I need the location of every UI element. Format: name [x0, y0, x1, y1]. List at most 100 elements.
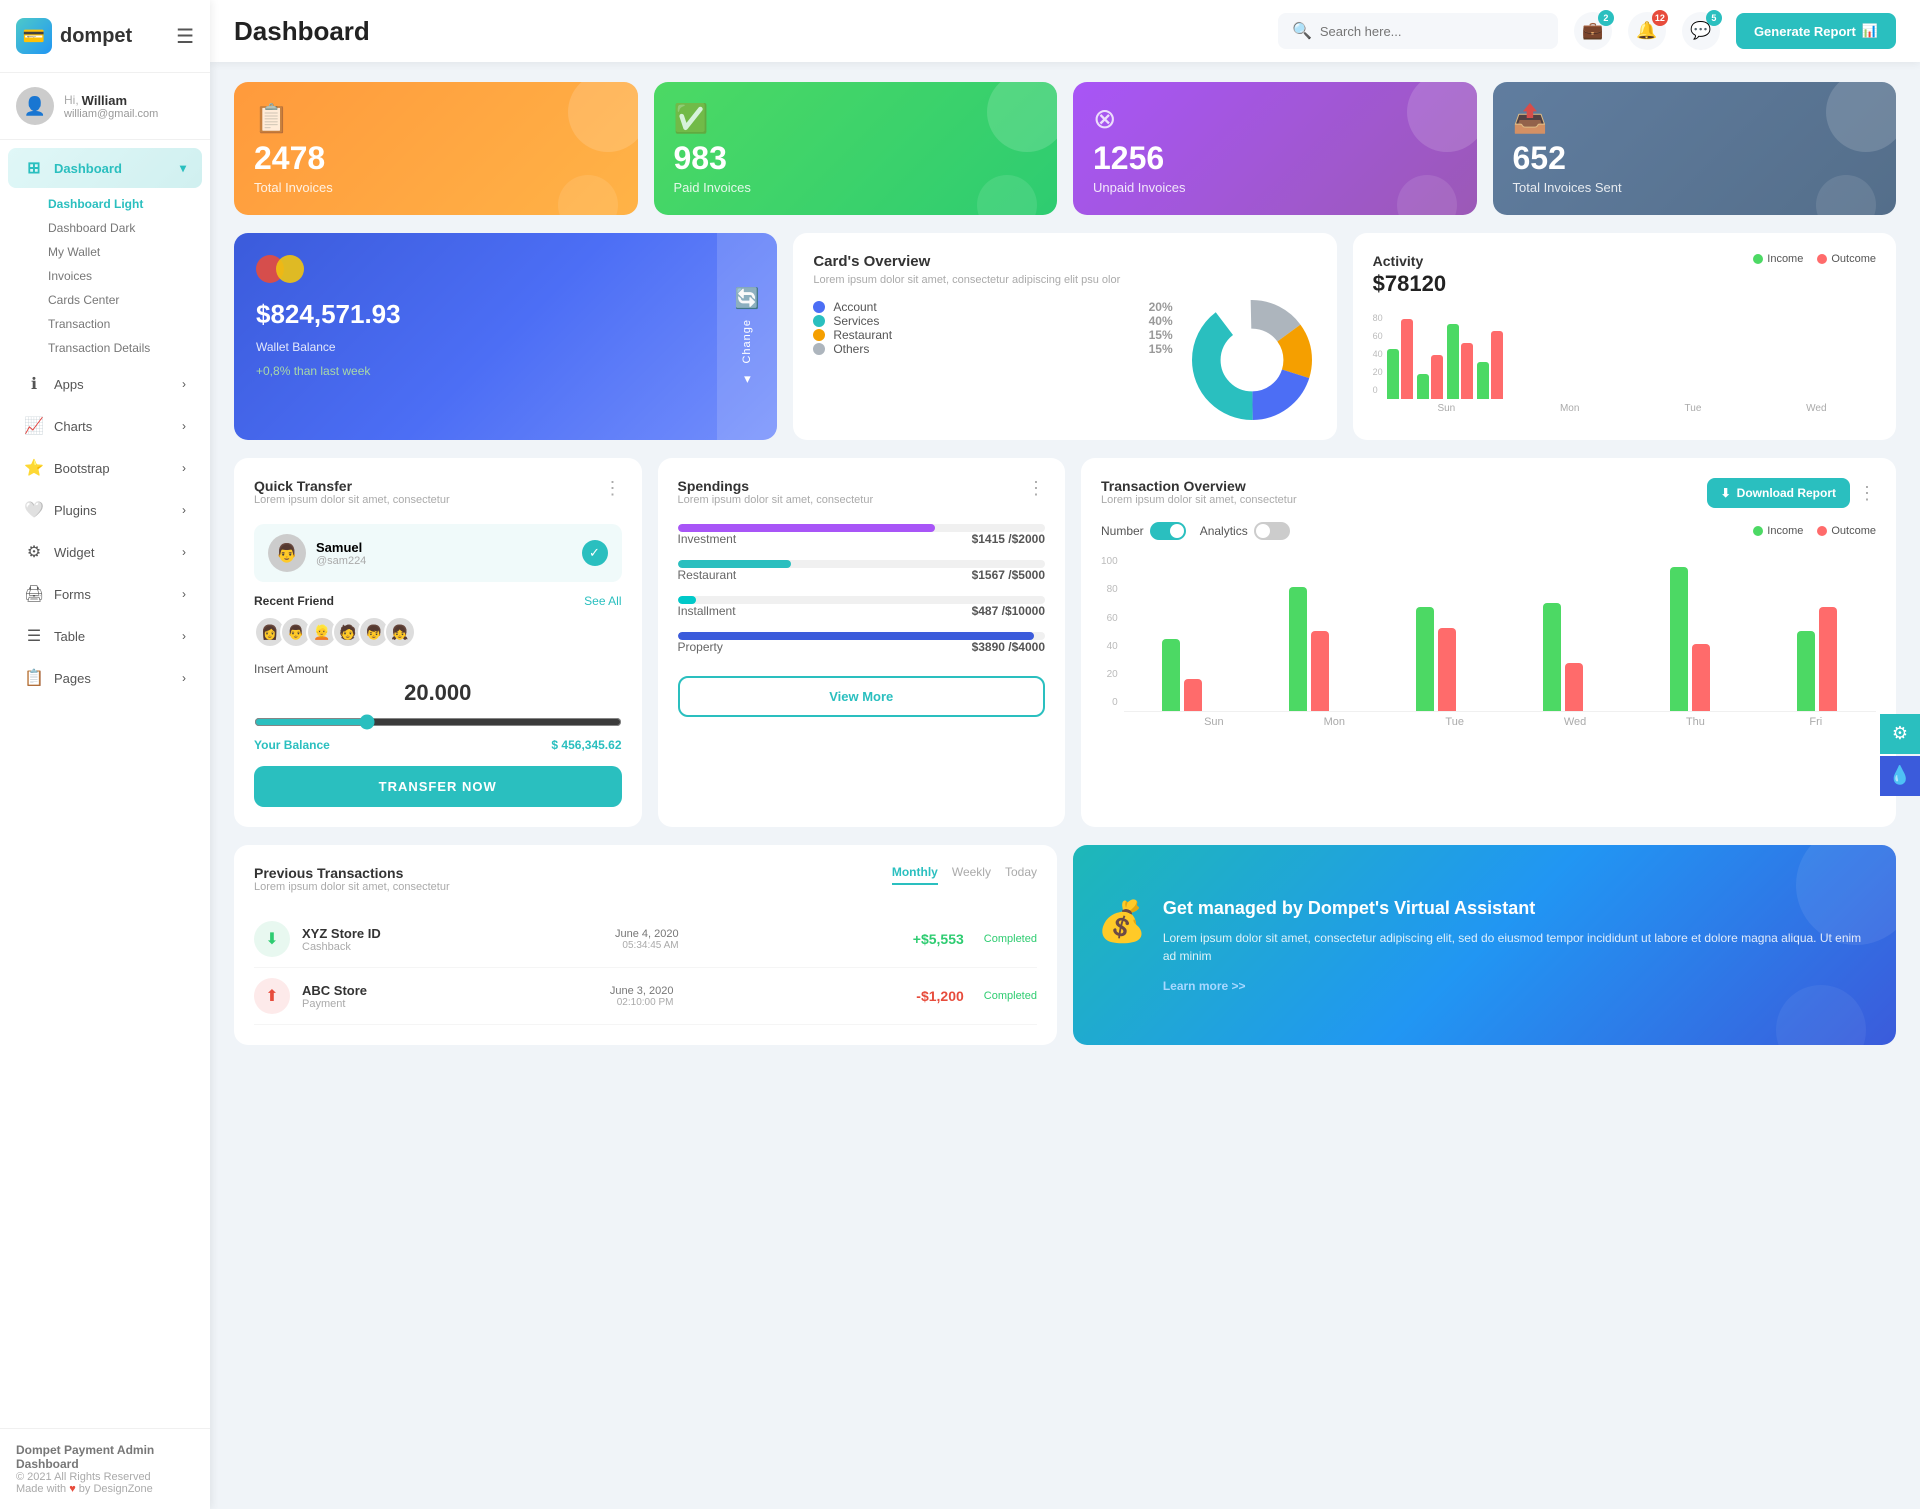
transaction-sub-1: Cashback — [302, 941, 381, 953]
amount-slider[interactable] — [254, 714, 622, 730]
restaurant-bar-bg — [678, 560, 1046, 568]
restaurant-cat: Restaurant — [678, 568, 737, 582]
activity-x-labels: Sun Mon Tue Wed — [1387, 403, 1876, 414]
restaurant-bar-fill — [678, 560, 792, 568]
analytics-toggle-knob — [1256, 524, 1270, 538]
spending-property: Property $3890 /$4000 — [678, 632, 1046, 654]
message-icon-btn[interactable]: 💬 5 — [1682, 12, 1720, 50]
wallet-change-button[interactable]: 🔄 Change ▾ — [717, 233, 777, 440]
va-learn-more-link[interactable]: Learn more >> — [1163, 979, 1872, 993]
activity-bars-wrapper: Sun Mon Tue Wed — [1387, 309, 1876, 414]
quick-transfer-title: Quick Transfer — [254, 478, 450, 494]
wallet-amount: $824,571.93 — [256, 299, 755, 330]
sidebar-subitem-dashboard-light[interactable]: Dashboard Light — [40, 192, 210, 216]
refresh-icon: 🔄 — [735, 286, 760, 311]
user-name: William — [82, 93, 127, 108]
bottom-row: Quick Transfer Lorem ipsum dolor sit ame… — [234, 458, 1896, 827]
download-report-button[interactable]: ⬇ Download Report — [1707, 478, 1850, 508]
property-bar-bg — [678, 632, 1046, 640]
see-all-link[interactable]: See All — [584, 594, 621, 608]
number-toggle-knob — [1170, 524, 1184, 538]
big-bar-mon-income — [1289, 587, 1307, 711]
footer-title: Dompet Payment Admin Dashboard — [16, 1443, 194, 1471]
view-more-button[interactable]: View More — [678, 676, 1046, 717]
search-icon: 🔍 — [1292, 21, 1312, 41]
transaction-x-labels: Sun Mon Tue Wed Thu Fri — [1124, 716, 1876, 728]
transaction-more-btn[interactable]: ⋮ — [1858, 483, 1876, 504]
wallet-card: $824,571.93 Wallet Balance +0,8% than la… — [234, 233, 777, 440]
main-content: Dashboard 🔍 💼 2 🔔 12 💬 5 Generate Report… — [210, 0, 1920, 1509]
spendings-more-btn[interactable]: ⋮ — [1027, 478, 1045, 499]
transaction-date-1: June 4, 2020 — [615, 928, 679, 940]
user-section: 👤 Hi, William william@gmail.com — [0, 73, 210, 140]
search-input[interactable] — [1320, 24, 1520, 39]
quick-transfer-more-btn[interactable]: ⋮ — [604, 478, 622, 499]
sidebar-item-apps[interactable]: ℹ Apps › — [8, 364, 202, 404]
transaction-icon-2: ⬆ — [254, 978, 290, 1014]
analytics-label: Analytics — [1200, 524, 1248, 538]
sidebar-item-label-bootstrap: Bootstrap — [54, 461, 110, 476]
tab-today[interactable]: Today — [1005, 865, 1037, 885]
transaction-overview-header: Transaction Overview Lorem ipsum dolor s… — [1101, 478, 1876, 518]
generate-report-label: Generate Report — [1754, 24, 1856, 39]
contact-name: Samuel — [316, 540, 366, 555]
number-toggle[interactable] — [1150, 522, 1186, 540]
friend-6[interactable]: 👧 — [384, 616, 416, 648]
contact-avatar: 👨 — [268, 534, 306, 572]
investment-bar-fill — [678, 524, 935, 532]
virtual-assistant-card: 💰 Get managed by Dompet's Virtual Assist… — [1073, 845, 1896, 1045]
sidebar-subitem-cards-center[interactable]: Cards Center — [40, 288, 210, 312]
sidebar-item-forms[interactable]: 🖨 Forms › — [8, 574, 202, 614]
analytics-toggle[interactable] — [1254, 522, 1290, 540]
sidebar-item-label-apps: Apps — [54, 377, 84, 392]
legend-dot-services — [813, 315, 825, 327]
va-title: Get managed by Dompet's Virtual Assistan… — [1163, 898, 1872, 919]
hamburger-icon[interactable]: ☰ — [176, 24, 194, 49]
notification-icon-btn[interactable]: 🔔 12 — [1628, 12, 1666, 50]
notification-badge: 12 — [1652, 10, 1668, 26]
contact-handle: @sam224 — [316, 555, 366, 567]
sidebar-subitem-dashboard-dark[interactable]: Dashboard Dark — [40, 216, 210, 240]
settings-side-button[interactable]: ⚙ — [1880, 714, 1920, 754]
installment-row: Installment $487 /$10000 — [678, 604, 1046, 618]
sidebar-item-bootstrap[interactable]: ⭐ Bootstrap › — [8, 448, 202, 488]
sidebar-subitem-transaction[interactable]: Transaction — [40, 312, 210, 336]
installment-bar-bg — [678, 596, 1046, 604]
va-text: Get managed by Dompet's Virtual Assistan… — [1163, 898, 1872, 993]
sidebar-item-table[interactable]: ☰ Table › — [8, 616, 202, 656]
transaction-y-axis: 100 80 60 40 20 0 — [1101, 552, 1118, 712]
recent-friends-label: Recent Friend — [254, 594, 334, 608]
sidebar-subitem-my-wallet[interactable]: My Wallet — [40, 240, 210, 264]
big-bar-chart — [1124, 552, 1876, 712]
income-label: Income — [1767, 253, 1803, 265]
sidebar-item-dashboard[interactable]: ⊞ Dashboard ▾ — [8, 148, 202, 188]
sidebar-item-widget[interactable]: ⚙ Widget › — [8, 532, 202, 572]
generate-report-button[interactable]: Generate Report 📊 — [1736, 13, 1896, 49]
tab-weekly[interactable]: Weekly — [952, 865, 991, 885]
big-bar-sun-income — [1162, 639, 1180, 711]
legend-label-others: Others — [833, 342, 1140, 356]
investment-val: $1415 /$2000 — [972, 532, 1045, 546]
stat-card-unpaid-invoices: ⊗ 1256 Unpaid Invoices — [1073, 82, 1477, 215]
sidebar-item-plugins[interactable]: 🤍 Plugins › — [8, 490, 202, 530]
transfer-now-button[interactable]: TRANSFER NOW — [254, 766, 622, 807]
bar-sun-income — [1387, 349, 1399, 399]
sidebar-subitem-transaction-details[interactable]: Transaction Details — [40, 336, 210, 360]
wallet-icon-btn[interactable]: 💼 2 — [1574, 12, 1612, 50]
activity-y-axis: 80 60 40 20 0 — [1373, 309, 1383, 399]
tab-monthly[interactable]: Monthly — [892, 865, 938, 885]
activity-chart: 80 60 40 20 0 — [1373, 309, 1876, 414]
prev-transactions-header: Previous Transactions Lorem ipsum dolor … — [254, 865, 1037, 907]
analytics-toggle-group: Analytics — [1200, 522, 1290, 540]
legend-dot-restaurant — [813, 329, 825, 341]
water-side-button[interactable]: 💧 — [1880, 756, 1920, 796]
bootstrap-icon: ⭐ — [24, 458, 44, 478]
activity-card: Activity $78120 Income Outcome — [1353, 233, 1896, 440]
sidebar-item-charts[interactable]: 📈 Charts › — [8, 406, 202, 446]
pages-icon: 📋 — [24, 668, 44, 688]
apps-icon: ℹ — [24, 374, 44, 394]
chevron-right-icon-5: › — [182, 545, 186, 559]
sidebar-subitem-invoices[interactable]: Invoices — [40, 264, 210, 288]
mastercard-logo — [256, 255, 755, 283]
sidebar-item-pages[interactable]: 📋 Pages › — [8, 658, 202, 698]
